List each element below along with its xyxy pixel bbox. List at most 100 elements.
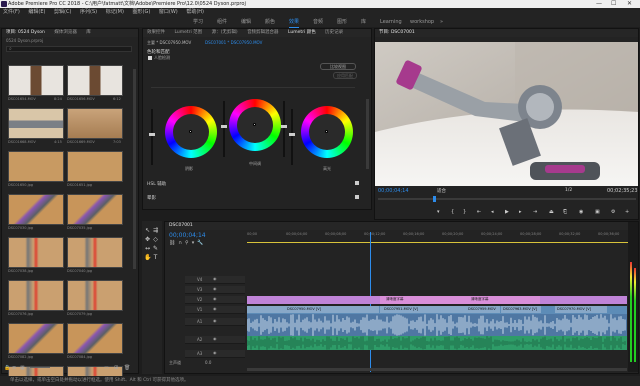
- go-to-in-button[interactable]: ⇤: [477, 209, 481, 216]
- v1-clip-3[interactable]: DSC07959.MOV: [466, 306, 500, 313]
- nest-icon[interactable]: ⛓: [169, 240, 178, 246]
- midtones-slider-right[interactable]: [281, 101, 287, 157]
- workspace-learn[interactable]: 学习: [193, 17, 203, 27]
- project-clip-thumbnail[interactable]: [67, 194, 123, 225]
- workspace-assembly[interactable]: 组件: [217, 17, 227, 27]
- tab-project[interactable]: 项目: 0524 Dyson: [6, 30, 45, 35]
- tab-libraries[interactable]: 库: [86, 30, 91, 35]
- zoom-slider[interactable]: [30, 367, 50, 368]
- highlights-color-wheel[interactable]: [301, 106, 353, 158]
- menu-file[interactable]: 文件(F): [3, 9, 20, 15]
- menu-window[interactable]: 窗口(W): [159, 9, 178, 15]
- type-tool-icon[interactable]: T: [152, 254, 159, 261]
- track-header[interactable]: V2 ◉: [185, 296, 245, 304]
- workspace-workshop[interactable]: workshop: [410, 17, 434, 27]
- export-frame-icon[interactable]: ◉: [579, 209, 583, 216]
- menu-clip[interactable]: 剪辑(C): [54, 9, 71, 15]
- razor-tool-icon[interactable]: ◇: [152, 236, 159, 243]
- track-eye-icon[interactable]: ◉: [213, 296, 217, 301]
- hsl-secondary-section[interactable]: HSL 辅助: [147, 181, 166, 187]
- program-scrubber[interactable]: [378, 196, 636, 202]
- track-eye-icon[interactable]: ◉: [213, 306, 217, 311]
- track-header[interactable]: A2 ◉: [185, 336, 245, 344]
- timeline-horizontal-scrollbar[interactable]: [247, 368, 627, 371]
- vignette-enable-checkbox[interactable]: [355, 195, 359, 199]
- midtones-color-wheel[interactable]: [229, 99, 281, 151]
- lumetri-scrollbar[interactable]: [366, 99, 369, 169]
- button-editor-icon[interactable]: +: [625, 209, 629, 216]
- v1-clip-5[interactable]: DSC07970.MOV [V]: [555, 306, 607, 313]
- tab-effect-controls[interactable]: 效果控件: [147, 30, 165, 35]
- midtones-slider[interactable]: [221, 101, 227, 157]
- track-eye-icon[interactable]: ◉: [213, 286, 217, 291]
- lumetri-master-clip[interactable]: 主要 * DSC07950.MOV: [147, 40, 191, 46]
- program-timecode[interactable]: 00;00;04;14: [378, 188, 409, 194]
- project-clip-thumbnail[interactable]: [67, 323, 123, 354]
- workspace-libraries[interactable]: 库: [361, 17, 366, 27]
- shadows-color-wheel[interactable]: [165, 106, 217, 158]
- tab-lumetri-color[interactable]: Lumetri 颜色: [288, 30, 316, 35]
- extract-button[interactable]: ⎗: [563, 209, 567, 216]
- lock-icon[interactable]: 🔒: [4, 365, 10, 371]
- project-clip-thumbnail[interactable]: [8, 194, 64, 225]
- workspace-graphics[interactable]: 图形: [337, 17, 347, 27]
- tab-audio-mixer[interactable]: 音频剪辑混合器: [247, 30, 279, 35]
- track-header[interactable]: A1 ◉: [185, 318, 245, 326]
- project-clip-thumbnail[interactable]: [67, 237, 123, 268]
- project-clip-thumbnail[interactable]: [8, 65, 64, 96]
- close-button[interactable]: ✕: [627, 0, 632, 8]
- track-header[interactable]: A3 ◉: [185, 350, 245, 358]
- tab-history[interactable]: 历史记录: [325, 30, 343, 35]
- project-clip-thumbnail[interactable]: [8, 323, 64, 354]
- tab-lumetri-scopes[interactable]: Lumetri 范围: [174, 30, 202, 35]
- fit-dropdown[interactable]: 适合: [437, 188, 446, 194]
- hsl-enable-checkbox[interactable]: [355, 181, 359, 185]
- project-clip-thumbnail[interactable]: [67, 151, 123, 182]
- step-back-button[interactable]: ◂: [491, 209, 494, 216]
- vignette-section[interactable]: 晕影: [147, 195, 156, 201]
- track-eye-icon[interactable]: ◉: [213, 318, 217, 323]
- hand-tool-icon[interactable]: ✋: [144, 254, 151, 261]
- apply-match-button[interactable]: 应用匹配: [333, 72, 357, 79]
- audio-waveform-a1[interactable]: [247, 314, 627, 336]
- selection-tool-icon[interactable]: ↖: [144, 227, 151, 234]
- trash-icon[interactable]: 🗑: [124, 365, 130, 371]
- project-clip-thumbnail[interactable]: [8, 151, 64, 182]
- project-clip-thumbnail[interactable]: [67, 280, 123, 311]
- list-view-icon[interactable]: ≡: [12, 365, 16, 371]
- maximize-button[interactable]: ☐: [611, 0, 616, 8]
- timeline-ruler[interactable]: 00;00 00;00;04;00 00;00;08;00 00;00;12;00 00…: [247, 232, 632, 244]
- workspace-color[interactable]: 颜色: [265, 17, 275, 27]
- highlights-slider[interactable]: [289, 109, 295, 165]
- v1-clip-2[interactable]: DSC07951.MOV [V]: [380, 306, 466, 313]
- work-area-bar[interactable]: [247, 242, 632, 243]
- track-eye-icon[interactable]: ◉: [213, 336, 217, 341]
- slip-tool-icon[interactable]: ↔: [144, 245, 151, 252]
- title-clip-1[interactable]: 清晰度字幕: [380, 296, 466, 304]
- project-clip-thumbnail[interactable]: [8, 280, 64, 311]
- new-item-icon[interactable]: ⊞: [114, 365, 118, 371]
- project-clip-thumbnail[interactable]: [8, 108, 64, 139]
- linked-icon[interactable]: ⚲: [185, 240, 192, 246]
- wrench-icon[interactable]: 🔧: [197, 240, 206, 246]
- workspace-editing[interactable]: 编辑: [241, 17, 251, 27]
- tab-sequence[interactable]: DSC07001: [169, 223, 193, 228]
- project-clip-thumbnail[interactable]: [67, 65, 123, 96]
- track-header[interactable]: V4 ◉: [185, 276, 245, 284]
- pen-tool-icon[interactable]: ✎: [152, 245, 159, 252]
- step-forward-button[interactable]: ▸: [519, 209, 522, 216]
- shadows-slider[interactable]: [149, 109, 155, 165]
- project-clip-thumbnail[interactable]: [8, 237, 64, 268]
- settings-icon[interactable]: ⚙: [611, 209, 615, 216]
- track-eye-icon[interactable]: ◉: [213, 276, 217, 281]
- comparison-view-button[interactable]: 比较视图: [320, 63, 356, 70]
- minimize-button[interactable]: —: [596, 0, 602, 8]
- play-button[interactable]: ▶: [505, 209, 509, 216]
- go-to-out-button[interactable]: ⇥: [533, 209, 537, 216]
- lift-button[interactable]: ⏏: [549, 209, 554, 216]
- v1-clip-4[interactable]: DSC07963.MOV [V]: [501, 306, 541, 313]
- project-search-input[interactable]: ⌕: [6, 46, 132, 52]
- workspace-effects[interactable]: 效果: [289, 17, 300, 28]
- workspace-more-button[interactable]: »: [440, 17, 443, 27]
- track-select-tool-icon[interactable]: ⇶: [152, 227, 159, 234]
